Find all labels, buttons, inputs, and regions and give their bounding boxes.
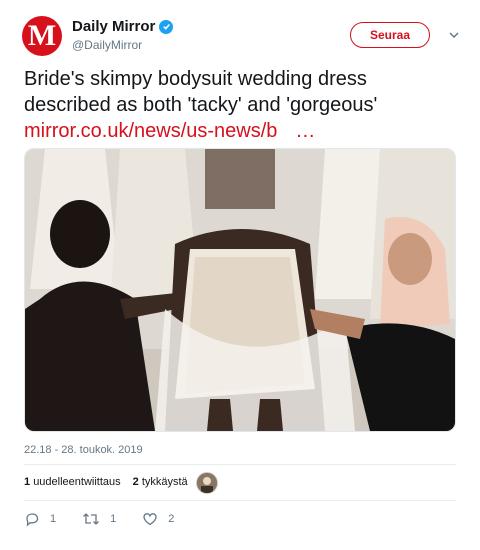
tweet-link-ellipsis[interactable]: … (295, 120, 315, 142)
tweet-actions: 1 1 2 (24, 508, 200, 530)
divider (24, 500, 456, 501)
heart-icon (142, 511, 158, 527)
display-name-text[interactable]: Daily Mirror (72, 18, 155, 35)
avatar[interactable]: M (22, 16, 62, 56)
follow-button[interactable]: Seuraa (350, 22, 430, 48)
handle[interactable]: @DailyMirror (72, 38, 173, 52)
like-button[interactable]: 2 (142, 511, 174, 527)
tweet-header: M Daily Mirror @DailyMirror Seuraa (20, 14, 460, 60)
reply-icon (24, 511, 40, 527)
likes-stat[interactable]: 2 tykkäystä (133, 476, 188, 488)
account-names: Daily Mirror @DailyMirror (72, 18, 174, 52)
tweet-card: M Daily Mirror @DailyMirror Seuraa Bride… (0, 0, 480, 550)
display-name[interactable]: Daily Mirror (72, 18, 174, 35)
likes-label: tykkäystä (141, 476, 188, 488)
reply-count: 1 (50, 513, 57, 525)
chevron-down-icon[interactable] (448, 28, 460, 40)
retweets-count: 1 (24, 476, 31, 488)
verified-icon (159, 19, 174, 34)
retweets-label: uudelleentwiittaus (33, 476, 121, 488)
like-count: 2 (168, 513, 175, 525)
retweet-icon (82, 511, 100, 527)
tweet-body: Bride's skimpy bodysuit wedding dress de… (24, 68, 378, 116)
tweet-timestamp[interactable]: 22.18 - 28. toukok. 2019 (24, 444, 143, 456)
tweet-link[interactable]: mirror.co.uk/news/us-news/b (24, 120, 277, 142)
likes-count: 2 (132, 476, 139, 488)
reply-button[interactable]: 1 (24, 511, 56, 527)
tweet-stats: 1 uudelleentwiittaus 2 tykkäystä (24, 476, 188, 488)
retweets-stat[interactable]: 1 uudelleentwiittaus (24, 476, 121, 488)
divider (24, 464, 456, 465)
tweet-photo[interactable] (24, 148, 456, 432)
liker-avatar[interactable] (196, 472, 218, 494)
retweet-button[interactable]: 1 (82, 511, 116, 527)
tweet-text: Bride's skimpy bodysuit wedding dress de… (24, 66, 454, 144)
retweet-count: 1 (110, 513, 117, 525)
